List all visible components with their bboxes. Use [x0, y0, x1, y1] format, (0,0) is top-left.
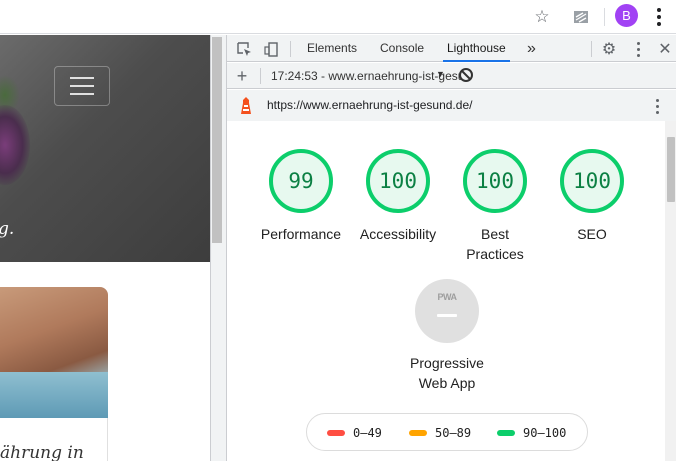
- gauge-accessibility[interactable]: 100: [366, 149, 430, 213]
- inspect-element-icon[interactable]: [234, 39, 254, 59]
- report-url: https://www.ernaehrung-ist-gesund.de/: [267, 98, 473, 112]
- score-best-practices: 100: [476, 169, 514, 193]
- pwa-badge-icon[interactable]: PWA: [415, 279, 479, 343]
- tab-elements[interactable]: Elements: [303, 35, 361, 62]
- webpage-viewport: g. ährung in: [0, 35, 210, 461]
- tab-separator: [290, 41, 291, 57]
- hero-tagline: g.: [0, 219, 15, 239]
- new-report-plus-icon[interactable]: +: [232, 66, 252, 86]
- label-seo[interactable]: SEO: [537, 224, 647, 244]
- legend-label: 90–100: [523, 426, 567, 440]
- label-performance[interactable]: Performance: [246, 224, 356, 244]
- lighthouse-toolbar: + 17:24:53 - www.ernaehrung-ist-gesund.d…: [227, 63, 676, 89]
- star-icon[interactable]: ☆: [530, 5, 554, 29]
- legend-item-average: 50–89: [409, 426, 471, 440]
- score-performance: 99: [288, 169, 314, 193]
- pwa-dash: [437, 314, 457, 317]
- devtools-panel: Elements Console Lighthouse » ⚙ ✕ + 17:2…: [226, 35, 676, 461]
- score-seo: 100: [573, 169, 611, 193]
- gauge-performance[interactable]: 99: [269, 149, 333, 213]
- tab-console[interactable]: Console: [376, 35, 428, 62]
- legend-swatch-red: [327, 430, 345, 436]
- legend-item-fail: 0–49: [327, 426, 382, 440]
- settings-gear-icon[interactable]: ⚙: [599, 39, 619, 59]
- report-url-bar: https://www.ernaehrung-ist-gesund.de/: [227, 90, 676, 121]
- hero-image: g.: [0, 35, 210, 262]
- lighthouse-logo-icon: [241, 97, 251, 114]
- gauge-best-practices[interactable]: 100: [463, 149, 527, 213]
- legend-swatch-green: [497, 430, 515, 436]
- devtools-menu-icon[interactable]: [628, 39, 648, 59]
- pwa-badge-text: PWA: [437, 292, 457, 302]
- tab-lighthouse[interactable]: Lighthouse: [443, 35, 510, 62]
- report-selector[interactable]: 17:24:53 - www.ernaehrung-ist-gesund.de: [271, 69, 461, 83]
- card-border: [107, 418, 108, 461]
- browser-toolbar: ☆ B: [0, 0, 676, 34]
- chevron-down-icon[interactable]: ▼: [436, 69, 445, 79]
- score-legend: 0–49 50–89 90–100: [306, 413, 588, 451]
- label-pwa[interactable]: Progressive Web App: [392, 353, 502, 393]
- more-tabs-button[interactable]: »: [523, 35, 540, 62]
- tab-separator: [591, 41, 592, 57]
- article-card-image[interactable]: [0, 287, 108, 418]
- kebab-menu-icon[interactable]: [647, 5, 671, 29]
- hamburger-menu-icon[interactable]: [54, 66, 110, 106]
- lighthouse-report: 99 Performance 100 Accessibility 100 Bes…: [227, 121, 665, 461]
- label-accessibility[interactable]: Accessibility: [343, 224, 453, 244]
- report-menu-icon[interactable]: [647, 96, 667, 116]
- score-accessibility: 100: [379, 169, 417, 193]
- toolbar-separator: [604, 8, 605, 26]
- extensions-icon[interactable]: [569, 5, 593, 29]
- label-best-practices[interactable]: Best Practices: [462, 224, 528, 264]
- close-icon[interactable]: ✕: [655, 39, 675, 59]
- page-scrollbar-thumb[interactable]: [212, 37, 222, 243]
- article-card-title[interactable]: ährung in: [0, 443, 84, 461]
- clear-block-icon[interactable]: [459, 68, 473, 82]
- report-scrollbar-thumb[interactable]: [667, 137, 675, 202]
- legend-label: 0–49: [353, 426, 382, 440]
- profile-avatar[interactable]: B: [615, 4, 638, 27]
- devtools-tab-bar: Elements Console Lighthouse » ⚙ ✕: [227, 35, 676, 62]
- legend-item-pass: 90–100: [497, 426, 566, 440]
- gauge-seo[interactable]: 100: [560, 149, 624, 213]
- legend-label: 50–89: [435, 426, 472, 440]
- toolbar-separator: [260, 68, 261, 84]
- legend-swatch-orange: [409, 430, 427, 436]
- device-toolbar-icon[interactable]: [261, 39, 281, 59]
